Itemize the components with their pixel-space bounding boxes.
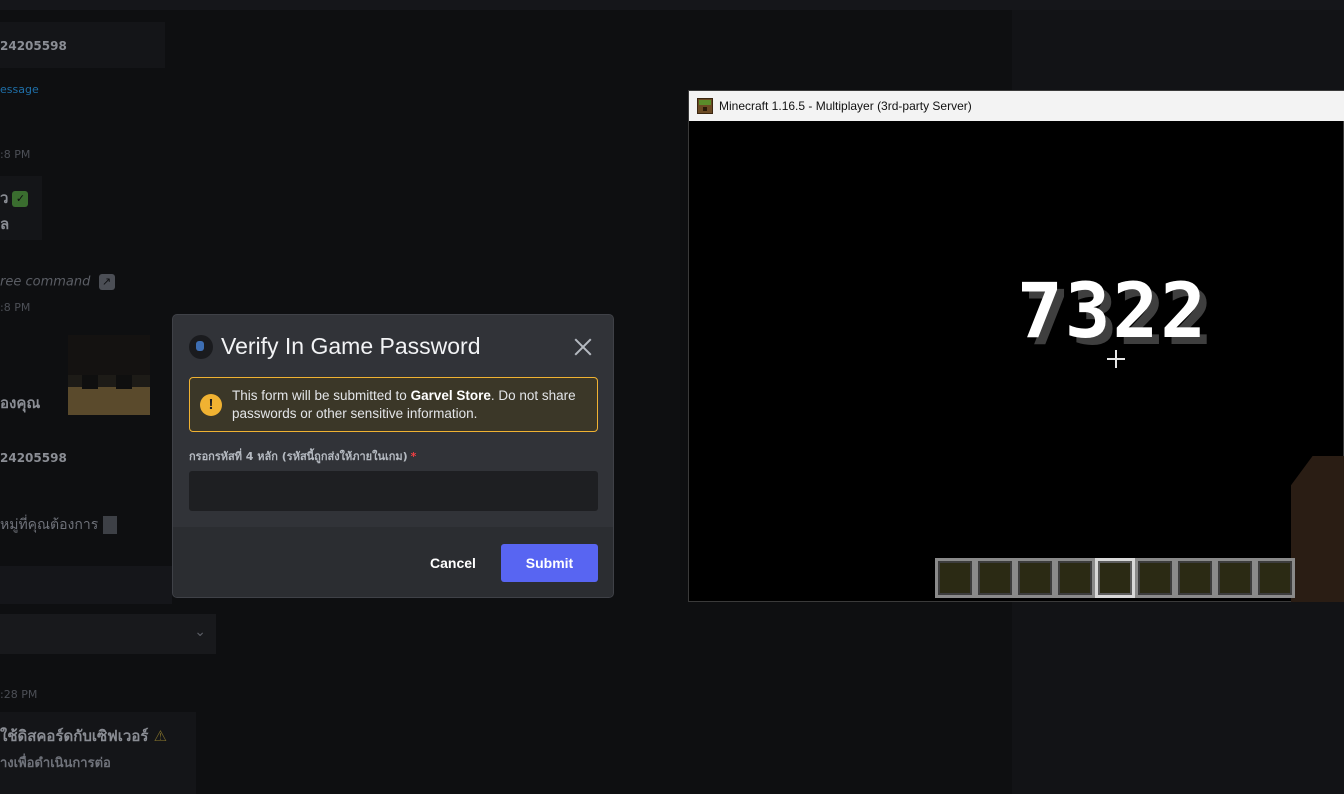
minecraft-block [1291,456,1344,602]
background-topbar [0,0,1344,10]
background-select: ⌄ [0,614,216,654]
modal-footer: Cancel Submit [173,527,613,597]
crosshair-icon [1107,350,1125,368]
minecraft-window-title: Minecraft 1.16.5 - Multiplayer (3rd-part… [719,99,972,113]
minecraft-titlebar[interactable]: Minecraft 1.16.5 - Multiplayer (3rd-part… [689,91,1344,121]
app-name: Garvel Store [410,387,491,403]
background-user-id: 24205598 [0,451,67,465]
minecraft-grass-block-icon [697,98,713,114]
background-timestamp: :8 PM [0,148,31,161]
background-line: ล [0,215,10,233]
chevron-down-icon: ⌄ [194,624,206,640]
edit-icon: ↗ [98,274,115,290]
warning-icon: ⚠ [153,727,168,745]
minecraft-window[interactable]: Minecraft 1.16.5 - Multiplayer (3rd-part… [688,90,1344,602]
required-asterisk: * [410,450,417,463]
background-user-id: 24205598 [0,39,67,53]
modal-header: Verify In Game Password [189,333,481,360]
security-notice: ! This form will be submitted to Garvel … [189,377,598,432]
background-line: ว ✓ [0,186,29,210]
check-icon: ✓ [12,190,29,207]
hotbar-slot [1055,558,1095,598]
background-avatar [68,335,150,415]
hotbar-slot [975,558,1015,598]
verification-code: 7322 [1017,266,1209,355]
submit-button[interactable]: Submit [501,544,598,582]
hotbar-slot [935,558,975,598]
close-icon[interactable] [571,335,595,359]
background-timestamp: :8 PM [0,301,31,314]
hotbar-slot [1135,558,1175,598]
background-label: องคุณ [0,394,41,412]
background-message-link: essage [0,83,39,96]
password-field-label: กรอกรหัสที่ 4 หลัก (รหัสนี้ถูกส่งให้ภายใ… [189,450,417,463]
hotbar-slot [1215,558,1255,598]
app-avatar-icon [189,334,213,359]
background-timestamp: :28 PM [0,688,38,701]
verify-password-modal: Verify In Game Password ! This form will… [172,314,614,598]
password-input[interactable] [189,471,598,511]
hotbar-slot [1175,558,1215,598]
cancel-button[interactable]: Cancel [425,544,481,582]
modal-title: Verify In Game Password [221,333,481,359]
background-category-text: หมู่ที่คุณต้องการ [0,514,117,536]
background-bar [0,566,172,604]
hotbar-slot-selected [1095,558,1135,598]
exclamation-icon: ! [200,393,222,416]
minecraft-hotbar [935,558,1295,598]
background-continue-text: างเพื่อดำเนินการต่อ [0,756,111,771]
security-notice-text: This form will be submitted to Garvel St… [232,387,576,421]
hotbar-slot [1255,558,1295,598]
background-command-text: ree command ↗ [0,274,115,290]
background-warning-text: ใช้ดิสคอร์ดกับเซิฟเวอร์ ⚠ [0,727,168,745]
hotbar-slot [1015,558,1055,598]
document-icon [102,516,117,534]
